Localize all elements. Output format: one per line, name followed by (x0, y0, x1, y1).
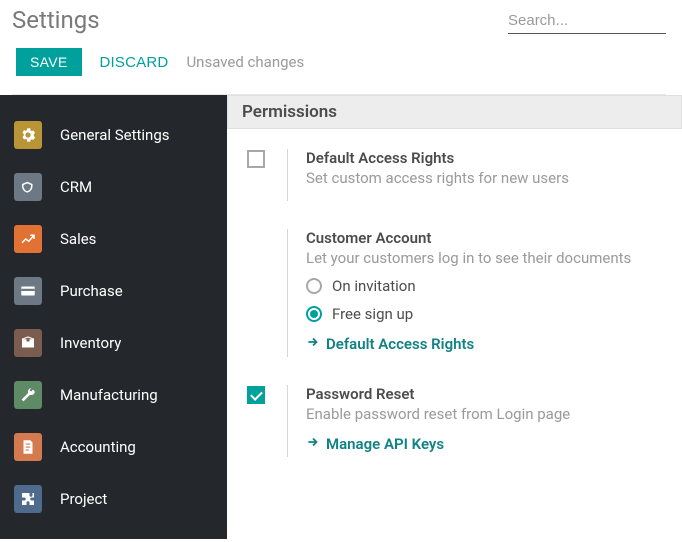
setting-customer-account: Customer Account Let your customers log … (243, 229, 666, 357)
checkbox-default-access-rights[interactable] (247, 150, 265, 168)
setting-subtitle: Let your customers log in to see their d… (306, 249, 666, 267)
box-icon (14, 329, 42, 357)
sidebar-item-general-settings[interactable]: General Settings (0, 109, 227, 161)
radio-on-invitation[interactable]: On invitation (306, 277, 666, 295)
sidebar-item-label: Sales (60, 230, 96, 248)
setting-password-reset: Password Reset Enable password reset fro… (243, 385, 666, 457)
sidebar-item-accounting[interactable]: Accounting (0, 421, 227, 473)
sidebar-item-project[interactable]: Project (0, 473, 227, 525)
setting-title: Customer Account (306, 229, 666, 247)
wrench-icon (14, 381, 42, 409)
section-title-permissions: Permissions (227, 95, 682, 129)
link-label: Default Access Rights (326, 335, 474, 353)
sidebar-item-inventory[interactable]: Inventory (0, 317, 227, 369)
unsaved-changes-label: Unsaved changes (186, 53, 304, 71)
link-default-access-rights[interactable]: Default Access Rights (306, 335, 666, 353)
handshake-icon (14, 173, 42, 201)
sidebar-item-label: Purchase (60, 282, 123, 300)
credit-card-icon (14, 277, 42, 305)
radio-icon (306, 278, 322, 294)
gear-icon (14, 121, 42, 149)
discard-button[interactable]: DISCARD (100, 54, 169, 71)
arrow-right-icon (306, 335, 320, 353)
settings-sidebar: General Settings CRM Sales Purchase Inve (0, 95, 227, 539)
sidebar-item-purchase[interactable]: Purchase (0, 265, 227, 317)
puzzle-icon (14, 485, 42, 513)
main-content: Permissions Default Access Rights Set cu… (227, 95, 682, 539)
checkbox-password-reset[interactable] (247, 386, 265, 404)
sidebar-item-sales[interactable]: Sales (0, 213, 227, 265)
link-manage-api-keys[interactable]: Manage API Keys (306, 435, 666, 453)
save-button[interactable]: SAVE (16, 48, 82, 76)
setting-title: Password Reset (306, 385, 666, 403)
setting-default-access-rights: Default Access Rights Set custom access … (243, 149, 666, 201)
radio-label: Free sign up (332, 305, 413, 323)
sidebar-item-crm[interactable]: CRM (0, 161, 227, 213)
sidebar-item-label: Inventory (60, 334, 121, 352)
search-input[interactable] (508, 8, 666, 34)
radio-free-sign-up[interactable]: Free sign up (306, 305, 666, 323)
arrow-right-icon (306, 435, 320, 453)
sidebar-item-label: CRM (60, 178, 92, 196)
setting-title: Default Access Rights (306, 149, 666, 167)
document-icon (14, 433, 42, 461)
sidebar-item-label: Project (60, 490, 107, 508)
radio-label: On invitation (332, 277, 416, 295)
sidebar-item-label: General Settings (60, 126, 170, 144)
chart-line-icon (14, 225, 42, 253)
setting-subtitle: Set custom access rights for new users (306, 169, 666, 187)
sidebar-item-label: Manufacturing (60, 386, 158, 404)
sidebar-item-manufacturing[interactable]: Manufacturing (0, 369, 227, 421)
sidebar-item-label: Accounting (60, 438, 136, 456)
link-label: Manage API Keys (326, 435, 444, 453)
radio-icon (306, 306, 322, 322)
setting-subtitle: Enable password reset from Login page (306, 405, 666, 423)
page-title: Settings (12, 6, 100, 34)
